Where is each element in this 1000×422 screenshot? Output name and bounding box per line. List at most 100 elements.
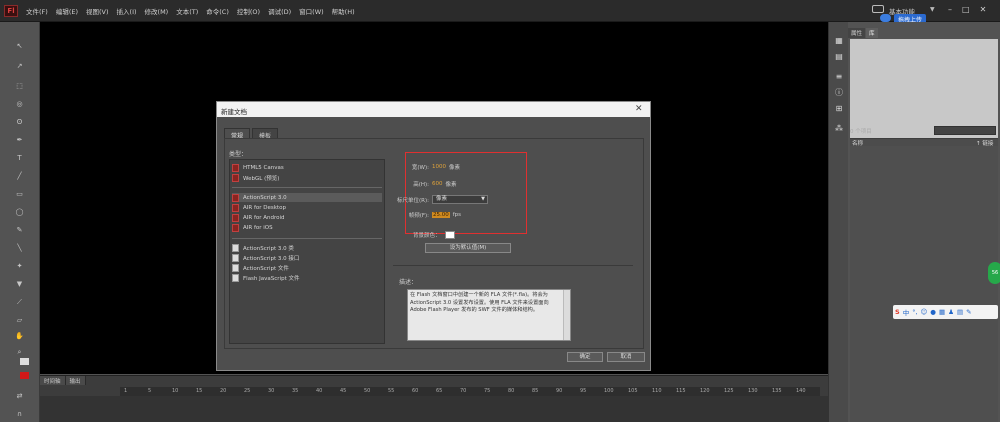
workspace-switch-icon[interactable]: [872, 5, 884, 13]
text-tool-icon[interactable]: T: [14, 154, 25, 163]
swatches-panel-icon[interactable]: ▤: [834, 52, 844, 61]
list-item[interactable]: AIR for iOS: [232, 223, 382, 232]
menu-window[interactable]: 窗口(W): [299, 6, 324, 16]
free-transform-tool-icon[interactable]: ⬚: [14, 82, 25, 91]
skin-icon[interactable]: ♟: [948, 308, 954, 316]
fill-color-swatch[interactable]: [20, 372, 29, 379]
menu-commands[interactable]: 命令(C): [206, 6, 229, 16]
list-item[interactable]: WebGL (预览): [232, 173, 382, 182]
keyboard-icon[interactable]: ▦: [939, 308, 945, 316]
frame-tick-label: 15: [196, 388, 203, 394]
height-field[interactable]: 600: [432, 181, 443, 187]
color-panel-icon[interactable]: ▦: [834, 36, 844, 45]
punctuation-icon[interactable]: °,: [912, 308, 917, 316]
fla-file-icon: [232, 193, 239, 202]
list-item[interactable]: HTML5 Canvas: [232, 163, 382, 172]
stroke-color-swatch[interactable]: [20, 358, 29, 365]
list-item[interactable]: ActionScript 文件: [232, 263, 382, 272]
components-panel-icon[interactable]: ⁂: [834, 124, 844, 133]
ruler-units-select[interactable]: 像素 ▼: [432, 195, 488, 204]
background-color-swatch[interactable]: [444, 231, 455, 239]
menu-text[interactable]: 文本(T): [176, 6, 198, 16]
list-item[interactable]: AIR for Android: [232, 213, 382, 222]
info-panel-icon[interactable]: ⓘ: [834, 88, 844, 97]
fla-file-icon: [232, 223, 239, 232]
library-list[interactable]: [850, 146, 998, 422]
tab-library[interactable]: 库: [866, 28, 878, 38]
transform-panel-icon[interactable]: ⊞: [834, 104, 844, 113]
frame-ruler[interactable]: 1 5 10 15 20 25 30 35 40 45 50 55 60 65 70 75 80 85 90 95 10…: [120, 387, 820, 396]
description-label: 描述：: [399, 279, 418, 286]
dialog-pane: 类型： HTML5 Canvas WebGL (预览) ActionScript…: [224, 138, 644, 349]
pen-tool-icon[interactable]: ✒: [14, 136, 25, 145]
rectangle-tool-icon[interactable]: ▭: [14, 190, 25, 199]
cloud-upload-icon[interactable]: [880, 14, 891, 22]
3d-rotation-tool-icon[interactable]: ◎: [14, 100, 25, 109]
cancel-button[interactable]: 取消: [607, 352, 645, 362]
align-panel-icon[interactable]: ≡: [834, 72, 844, 81]
menu-control[interactable]: 控制(O): [237, 6, 260, 16]
script-file-icon: [232, 263, 239, 272]
minimize-icon[interactable]: –: [948, 5, 952, 14]
menu-bar: Fl 文件(F) 编辑(E) 视图(V) 插入(I) 修改(M) 文本(T) 命…: [0, 0, 1000, 25]
description-scrollbar[interactable]: [563, 290, 570, 340]
menu-help[interactable]: 帮助(H): [332, 6, 355, 16]
wrench-icon[interactable]: ✎: [966, 308, 971, 316]
list-item[interactable]: ActionScript 3.0 接口: [232, 253, 382, 262]
pencil-tool-icon[interactable]: ✎: [14, 226, 25, 235]
fps-field[interactable]: 25.00: [432, 212, 450, 218]
sogou-icon[interactable]: S: [895, 308, 900, 316]
paint-bucket-tool-icon[interactable]: ▼: [14, 280, 25, 289]
library-search-input[interactable]: [934, 126, 996, 135]
eraser-tool-icon[interactable]: ▱: [14, 316, 25, 325]
hand-tool-icon[interactable]: ✋: [14, 332, 25, 341]
snap-magnet-icon[interactable]: ∩: [14, 410, 25, 419]
timeline-panel: 时间轴 输出 1 5 10 15 20 25 30 35 40 45 50 55 60 65 70 75 80 8…: [40, 375, 828, 422]
width-label: 宽(W):: [411, 165, 429, 171]
toolbox-icon[interactable]: ▤: [957, 308, 963, 316]
tab-output[interactable]: 输出: [65, 376, 86, 385]
chevron-down-icon[interactable]: ▼: [930, 6, 935, 13]
oval-tool-icon[interactable]: ◯: [14, 208, 25, 217]
chevron-down-icon: ▼: [481, 196, 485, 202]
bone-tool-icon[interactable]: ✦: [14, 262, 25, 271]
height-label: 高(H):: [413, 182, 429, 188]
lasso-tool-icon[interactable]: ʘ: [14, 118, 25, 127]
frame-tick-label: 50: [364, 388, 371, 394]
brush-tool-icon[interactable]: ╲: [14, 244, 25, 253]
menu-view[interactable]: 视图(V): [86, 6, 109, 16]
ime-lang[interactable]: 中: [903, 307, 910, 317]
menu-debug[interactable]: 调试(D): [268, 6, 291, 16]
zoom-tool-icon[interactable]: ⌕: [14, 348, 25, 357]
fla-file-icon: [232, 203, 239, 212]
close-icon[interactable]: ✕: [635, 104, 643, 114]
list-item[interactable]: ActionScript 3.0: [232, 193, 382, 202]
close-icon[interactable]: ✕: [980, 5, 987, 14]
eyedropper-tool-icon[interactable]: ⟋: [14, 298, 25, 307]
background-row: 背景颜色：: [413, 231, 455, 239]
swap-colors-icon[interactable]: ⇄: [14, 392, 25, 401]
dialog-title: 新建文档: [217, 102, 650, 117]
tab-timeline[interactable]: 时间轴: [40, 376, 66, 385]
selection-tool-icon[interactable]: ↖: [14, 42, 25, 51]
list-item[interactable]: AIR for Desktop: [232, 203, 382, 212]
frame-tick-label: 35: [292, 388, 299, 394]
menu-insert[interactable]: 插入(I): [117, 6, 137, 16]
list-item[interactable]: Flash JavaScript 文件: [232, 273, 382, 282]
subselection-tool-icon[interactable]: ↗: [14, 62, 25, 71]
width-field[interactable]: 1000: [432, 164, 446, 170]
set-default-button[interactable]: 设为默认值(M): [425, 243, 511, 253]
emoji-icon[interactable]: ☺: [921, 308, 928, 316]
ok-button[interactable]: 确定: [567, 352, 603, 362]
line-tool-icon[interactable]: ╱: [14, 172, 25, 181]
maximize-icon[interactable]: □: [962, 5, 970, 14]
floating-badge[interactable]: 56: [988, 262, 1000, 284]
menu-modify[interactable]: 修改(M): [145, 6, 169, 16]
timeline-layers[interactable]: [40, 396, 828, 422]
tab-properties[interactable]: 属性: [848, 28, 866, 38]
menu-edit[interactable]: 编辑(E): [56, 6, 78, 16]
frame-tick-label: 135: [772, 388, 782, 394]
list-item[interactable]: ActionScript 3.0 类: [232, 243, 382, 252]
menu-file[interactable]: 文件(F): [26, 6, 48, 16]
microphone-icon[interactable]: ●: [930, 308, 936, 316]
